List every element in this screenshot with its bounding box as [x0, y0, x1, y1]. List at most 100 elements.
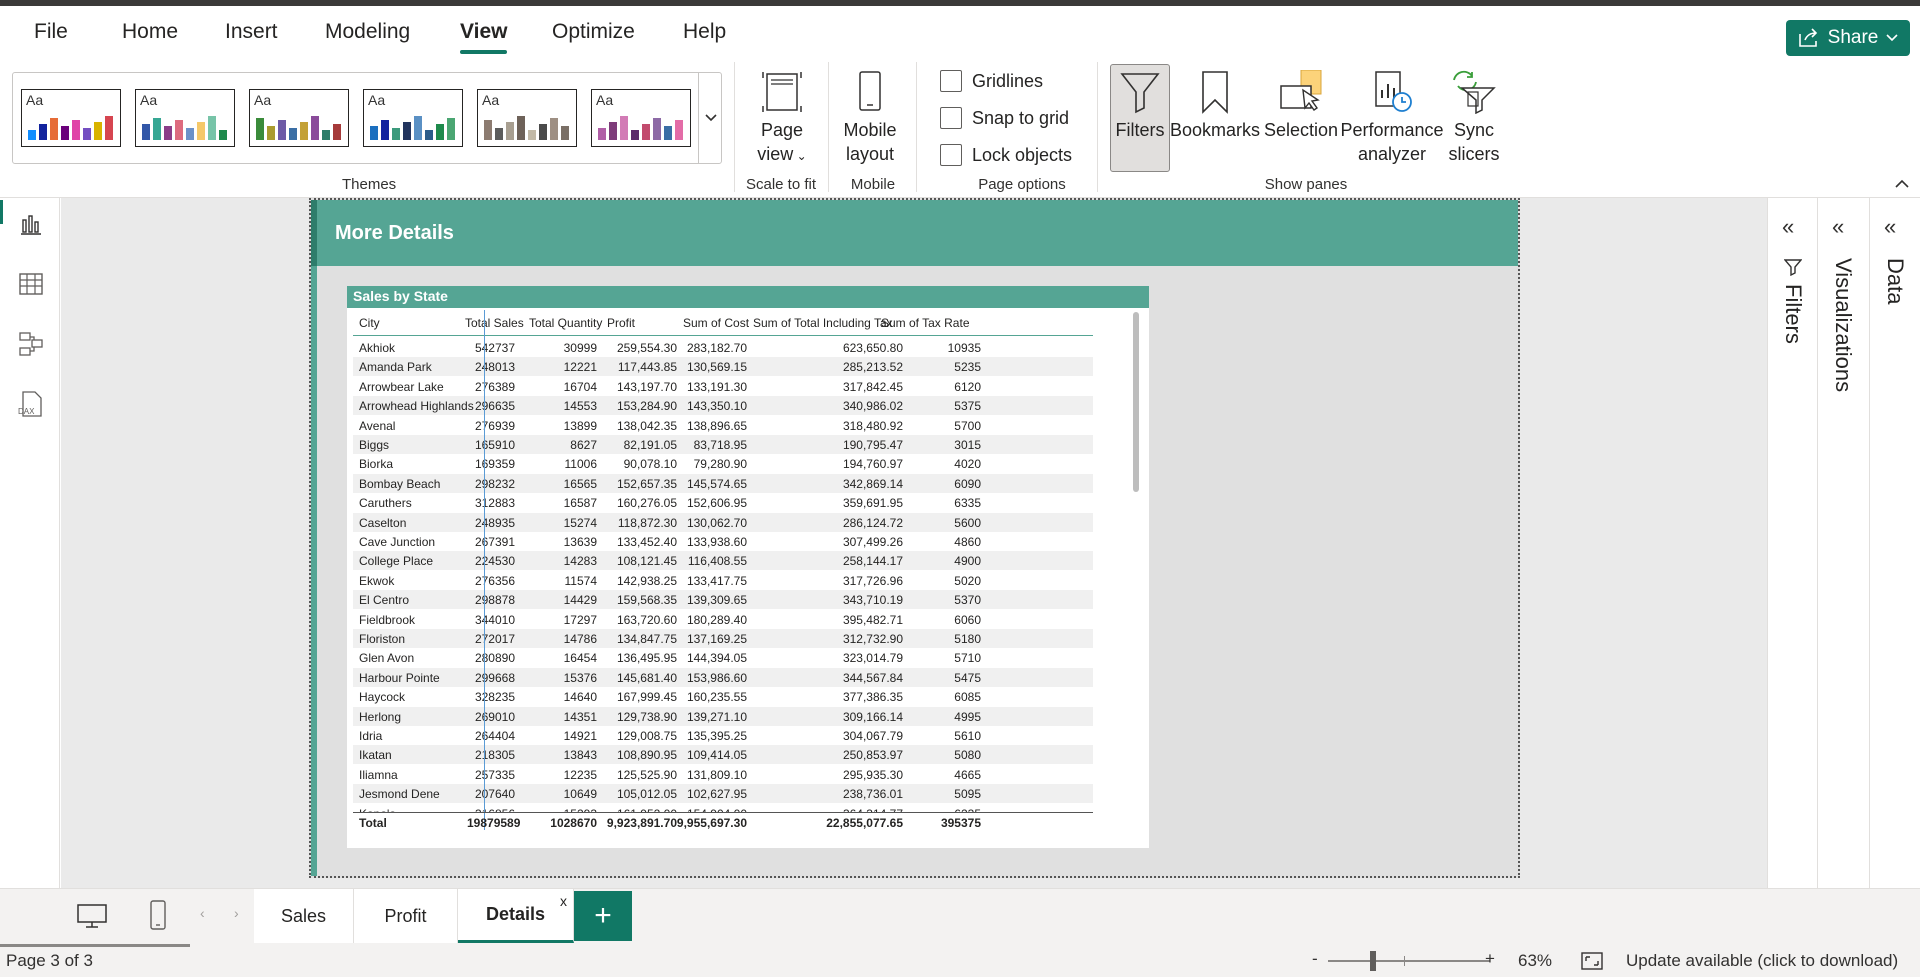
bookmarks-pane-button[interactable]: Bookmarks: [1170, 70, 1260, 142]
sync-slicers-button[interactable]: Sync slicers: [1444, 70, 1504, 166]
theme-tile[interactable]: Aa: [591, 89, 691, 147]
table-row[interactable]: Caselton 248935 15274 118,872.30 130,062.70 2…: [353, 512, 1093, 532]
value-cell: 5600: [954, 515, 981, 530]
data-pane-label[interactable]: Data: [1882, 258, 1908, 304]
value-cell: 6335: [954, 496, 981, 511]
table-row[interactable]: Ikatan 218305 13843 108,890.95 109,414.05 250…: [353, 745, 1093, 765]
table-row[interactable]: Caruthers 312883 16587 160,276.05 152,606.95…: [353, 493, 1093, 513]
column-header-total-quantity[interactable]: Total Quantity: [529, 316, 602, 330]
snap-to-grid-checkbox[interactable]: Snap to grid: [940, 107, 1069, 129]
table-row[interactable]: Harbour Pointe 299668 15376 145,681.40 153,9…: [353, 667, 1093, 687]
share-button[interactable]: Share: [1786, 20, 1910, 56]
table-row[interactable]: Cave Junction 267391 13639 133,452.40 133,93…: [353, 532, 1093, 551]
sales-by-state-table-visual[interactable]: Sales by State City Total Sales Total Qu…: [347, 286, 1149, 848]
dax-query-view-icon[interactable]: DAX: [17, 390, 45, 418]
model-view-icon[interactable]: [17, 330, 45, 358]
page-view-button[interactable]: Page view ⌄: [752, 70, 812, 168]
tab-sales[interactable]: Sales: [254, 889, 354, 943]
menu-modeling[interactable]: Modeling: [325, 20, 410, 44]
table-row[interactable]: Glen Avon 280890 16454 136,495.95 144,394.05…: [353, 648, 1093, 668]
scale-group-label: Scale to fit: [745, 176, 817, 193]
table-row[interactable]: Kapa'a31685615293161,952.00154,904.00364…: [353, 803, 1093, 812]
theme-tile[interactable]: Aa: [135, 89, 235, 147]
menu-insert[interactable]: Insert: [225, 20, 278, 44]
fit-to-page-icon[interactable]: [1580, 951, 1604, 971]
menu-home[interactable]: Home: [122, 20, 178, 44]
table-row[interactable]: Herlong 269010 14351 129,738.90 139,271.10 30…: [353, 706, 1093, 726]
visualizations-pane-collapsed[interactable]: « Visualizations: [1818, 198, 1870, 888]
lock-objects-checkbox[interactable]: Lock objects: [940, 144, 1072, 166]
menu-bar: File Home Insert Modeling View Optimize …: [0, 6, 1920, 58]
table-row[interactable]: Ekwok 276356 11574 142,938.25 133,417.75 317,…: [353, 570, 1093, 590]
table-view-icon[interactable]: [17, 270, 45, 298]
scroll-tabs-left-icon[interactable]: ‹: [200, 905, 205, 921]
theme-tile[interactable]: Aa: [363, 89, 463, 147]
theme-tile[interactable]: Aa: [477, 89, 577, 147]
value-cell: 16704: [563, 379, 597, 394]
value-cell: 129,008.75: [616, 729, 677, 743]
menu-view[interactable]: View: [460, 20, 508, 54]
table-row[interactable]: Biggs 165910 8627 82,191.05 83,718.95 190,795…: [353, 435, 1093, 454]
menu-file[interactable]: File: [34, 20, 68, 44]
zoom-slider-track[interactable]: [1328, 960, 1490, 962]
value-cell: 309,166.14: [842, 709, 903, 724]
table-row[interactable]: Fieldbrook 344010 17297 163,720.60 180,289.4…: [353, 609, 1093, 629]
filters-pane-button[interactable]: Filters: [1110, 70, 1170, 142]
table-row[interactable]: Biorka 169359 11006 90,078.10 79,280.90 194,7…: [353, 454, 1093, 474]
value-cell: 13843: [563, 748, 597, 763]
filters-pane-collapsed[interactable]: « Filters: [1768, 198, 1818, 888]
zoom-in-button[interactable]: +: [1485, 949, 1495, 969]
selection-pane-button[interactable]: Selection: [1262, 70, 1340, 142]
table-row[interactable]: College Place 224530 14283 108,121.45 116,40…: [353, 551, 1093, 571]
expand-filters-icon[interactable]: «: [1782, 214, 1794, 240]
add-page-button[interactable]: +: [574, 891, 632, 941]
expand-data-icon[interactable]: «: [1884, 214, 1896, 240]
tab-profit[interactable]: Profit: [354, 889, 458, 943]
report-page[interactable]: More Details Sales by State City Total S…: [309, 198, 1520, 878]
table-row[interactable]: Akhiok 542737 30999 259,554.30 283,182.70 623…: [353, 338, 1093, 357]
theme-tile[interactable]: Aa: [21, 89, 121, 147]
table-row[interactable]: Haycock 328235 14640 167,999.45 160,235.55 37…: [353, 687, 1093, 707]
column-header-profit[interactable]: Profit: [607, 316, 635, 330]
mobile-layout-button[interactable]: Mobile layout: [840, 70, 900, 166]
table-row[interactable]: Arrowhead Highlands 296635 14553 153,284.90…: [353, 396, 1093, 416]
column-header-total-sales[interactable]: Total Sales: [465, 316, 524, 330]
table-row[interactable]: Avenal 276939 13899 138,042.35 138,896.65 318…: [353, 415, 1093, 435]
column-header-sum-of-total-including-tax[interactable]: Sum of Total Including Tax: [753, 316, 893, 330]
mobile-layout-icon[interactable]: [148, 899, 168, 931]
expand-visualizations-icon[interactable]: «: [1832, 214, 1844, 240]
menu-help[interactable]: Help: [683, 20, 726, 44]
scrollbar-thumb[interactable]: [1133, 312, 1139, 492]
table-scrollbar[interactable]: [1133, 312, 1139, 832]
table-row[interactable]: Floriston 272017 14786 134,847.75 137,169.25…: [353, 629, 1093, 648]
value-cell: 359,691.95: [842, 496, 903, 511]
zoom-out-button[interactable]: -: [1312, 949, 1318, 969]
column-header-city[interactable]: City: [359, 316, 380, 330]
tab-details[interactable]: Details x: [458, 889, 574, 943]
report-view-icon[interactable]: [17, 210, 45, 238]
table-row[interactable]: Arrowbear Lake 276389 16704 143,197.70 133,1…: [353, 376, 1093, 396]
collapse-ribbon-icon[interactable]: [1895, 176, 1909, 194]
table-row[interactable]: El Centro 298878 14429 159,568.35 139,309.65…: [353, 590, 1093, 610]
table-row[interactable]: Bombay Beach 298232 16565 152,657.35 145,574…: [353, 473, 1093, 493]
zoom-slider-thumb[interactable]: [1370, 951, 1376, 971]
desktop-layout-icon[interactable]: [76, 903, 108, 929]
column-header-sum-of-tax-rate[interactable]: Sum of Tax Rate: [881, 316, 970, 330]
performance-analyzer-button[interactable]: Performance analyzer: [1340, 70, 1444, 166]
scroll-tabs-right-icon[interactable]: ›: [234, 905, 239, 921]
column-header-sum-of-cost[interactable]: Sum of Cost: [683, 316, 749, 330]
table-row[interactable]: Idria 264404 14921 129,008.75 135,395.25 304,…: [353, 726, 1093, 745]
table-row[interactable]: Amanda Park 248013 12221 117,443.85 130,569.…: [353, 357, 1093, 377]
close-tab-icon[interactable]: x: [560, 893, 567, 909]
update-available-link[interactable]: Update available (click to download): [1626, 951, 1898, 971]
data-pane-collapsed[interactable]: « Data: [1870, 198, 1920, 888]
gallery-more-button[interactable]: [698, 73, 722, 163]
value-cell: 280890: [474, 651, 515, 666]
table-row[interactable]: Iliamna 257335 12235 125,525.90 131,809.10 29…: [353, 764, 1093, 784]
visualizations-pane-label[interactable]: Visualizations: [1830, 258, 1856, 392]
theme-tile[interactable]: Aa: [249, 89, 349, 147]
filters-pane-label[interactable]: Filters: [1780, 284, 1806, 344]
menu-optimize[interactable]: Optimize: [552, 20, 635, 44]
gridlines-checkbox[interactable]: Gridlines: [940, 70, 1043, 92]
table-row[interactable]: Jesmond Dene 207640 10649 105,012.05 102,627…: [353, 784, 1093, 804]
